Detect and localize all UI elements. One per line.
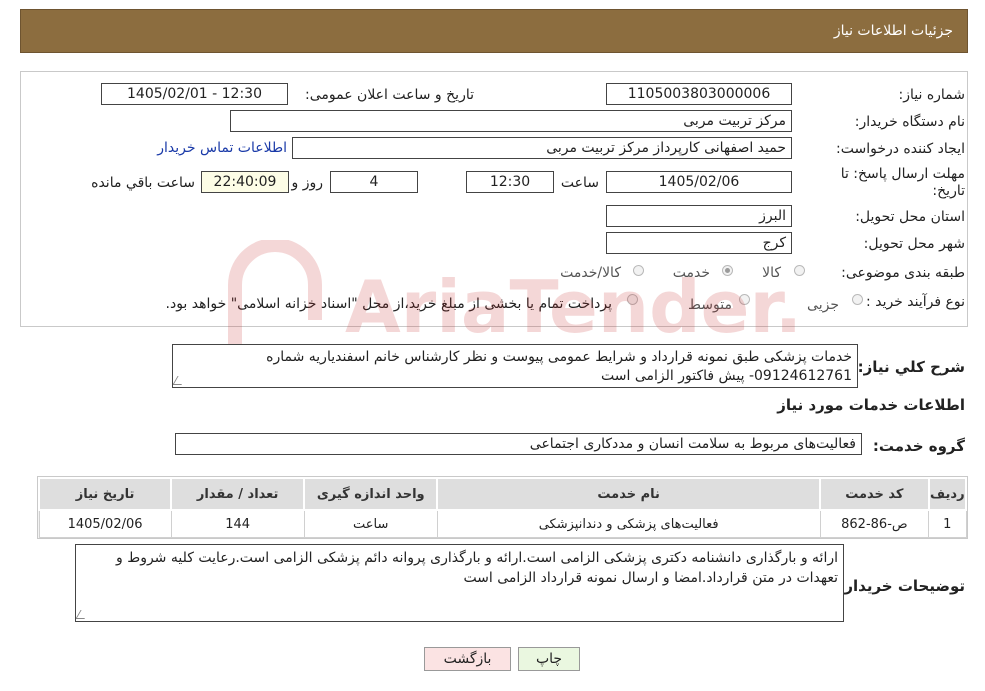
table-row: 1 ص-86-862 فعالیت‌های پزشکی و دندانپزشکی… — [38, 509, 967, 538]
days-label: روز و — [291, 175, 324, 191]
service-group-label: گروه خدمت: — [872, 437, 965, 455]
buyer-contact-link[interactable]: اطلاعات تماس خریدار — [157, 140, 287, 156]
process-note: پرداخت تمام یا بخشی از مبلغ خرید،از محل … — [165, 296, 612, 312]
page-header: جزئیات اطلاعات نیاز — [20, 9, 968, 53]
process-radio-minor[interactable] — [852, 294, 863, 305]
back-button[interactable]: بازگشت — [424, 647, 511, 671]
category-option-service: خدمت — [672, 265, 710, 281]
description-label: شرح کلي نياز: — [857, 358, 965, 376]
buyer-notes-label: توضيحات خريدار: — [838, 577, 965, 595]
deadline-time-label: ساعت — [560, 175, 599, 191]
description-text: خدمات پزشکی طبق نمونه قرارداد و شرایط عم… — [266, 349, 852, 384]
col-name-header: نام خدمت — [436, 477, 822, 511]
deadline-time-field: 12:30 — [466, 171, 554, 193]
city-label: شهر محل تحویل: — [863, 236, 965, 252]
services-table: رديف کد خدمت نام خدمت واحد اندازه گيری ت… — [37, 477, 968, 538]
category-radio-goods-service[interactable] — [633, 265, 644, 276]
deadline-label: مهلت ارسال پاسخ: تا تاریخ: — [840, 166, 965, 199]
col-unit-header: واحد اندازه گيری — [303, 477, 439, 511]
cell-unit: ساعت — [303, 509, 438, 538]
cell-row-number: 1 — [928, 509, 967, 538]
col-code-header: کد خدمت — [819, 477, 930, 511]
process-option-minor: جزیی — [807, 297, 839, 313]
page-title: جزئیات اطلاعات نیاز — [833, 23, 953, 39]
announce-label: تاریخ و ساعت اعلان عمومی: — [305, 87, 474, 103]
province-label: استان محل تحویل: — [855, 209, 965, 225]
buyer-notes-text: ارائه و بارگذاری دانشنامه دکتری پزشکی ال… — [116, 550, 838, 586]
process-label: نوع فرآیند خرید : — [866, 294, 965, 310]
remaining-time-field: 22:40:09 — [201, 171, 289, 193]
resize-grip[interactable] — [173, 376, 187, 385]
province-field: البرز — [606, 205, 792, 227]
col-date-header: تاريخ نياز — [37, 477, 173, 511]
cell-quantity: 144 — [170, 509, 305, 538]
print-button[interactable]: چاپ — [518, 647, 580, 671]
process-radio-medium[interactable] — [739, 294, 750, 305]
deadline-date-field: 1405/02/06 — [606, 171, 792, 193]
col-qty-header: تعداد / مقدار — [170, 477, 306, 511]
buyer-org-label: نام دستگاه خریدار: — [854, 114, 965, 130]
cell-service-code: ص-86-862 — [819, 509, 930, 538]
need-number-field: 1105003803000006 — [606, 83, 792, 105]
col-row-header: رديف — [927, 477, 968, 511]
category-radio-service[interactable] — [722, 265, 733, 276]
days-field: 4 — [330, 171, 418, 193]
creator-label: ایجاد کننده درخواست: — [836, 141, 965, 157]
description-textarea[interactable]: خدمات پزشکی طبق نمونه قرارداد و شرایط عم… — [172, 344, 858, 388]
cell-need-date: 1405/02/06 — [38, 509, 172, 538]
table-header-row: رديف کد خدمت نام خدمت واحد اندازه گيری ت… — [37, 477, 968, 511]
process-option-medium: متوسط — [688, 297, 732, 313]
category-radio-goods[interactable] — [794, 265, 805, 276]
creator-field: حمید اصفهانی کارپرداز مرکز تربیت مربی — [292, 137, 792, 159]
remaining-time-label: ساعت باقي مانده — [91, 175, 195, 191]
category-option-goods-service: کالا/خدمت — [560, 265, 621, 281]
announce-field: 1405/02/01 - 12:30 — [101, 83, 288, 105]
category-option-goods: کالا — [762, 265, 781, 281]
services-table-wrap: رديف کد خدمت نام خدمت واحد اندازه گيری ت… — [37, 476, 968, 539]
need-number-label: شماره نیاز: — [898, 87, 966, 103]
services-section-title: اطلاعات خدمات مورد نياز — [777, 396, 965, 414]
resize-grip[interactable] — [76, 610, 90, 619]
city-field: کرج — [606, 232, 792, 254]
treasury-checkbox[interactable] — [627, 294, 638, 305]
buyer-org-field: مرکز تربیت مربی — [230, 110, 792, 132]
buyer-notes-textarea[interactable]: ارائه و بارگذاری دانشنامه دکتری پزشکی ال… — [75, 544, 844, 622]
service-group-field: فعالیت‌های مربوط به سلامت انسان و مددکار… — [175, 433, 862, 455]
cell-service-name: فعالیت‌های پزشکی و دندانپزشکی — [436, 509, 821, 538]
category-label: طبقه بندی موضوعی: — [841, 265, 965, 281]
